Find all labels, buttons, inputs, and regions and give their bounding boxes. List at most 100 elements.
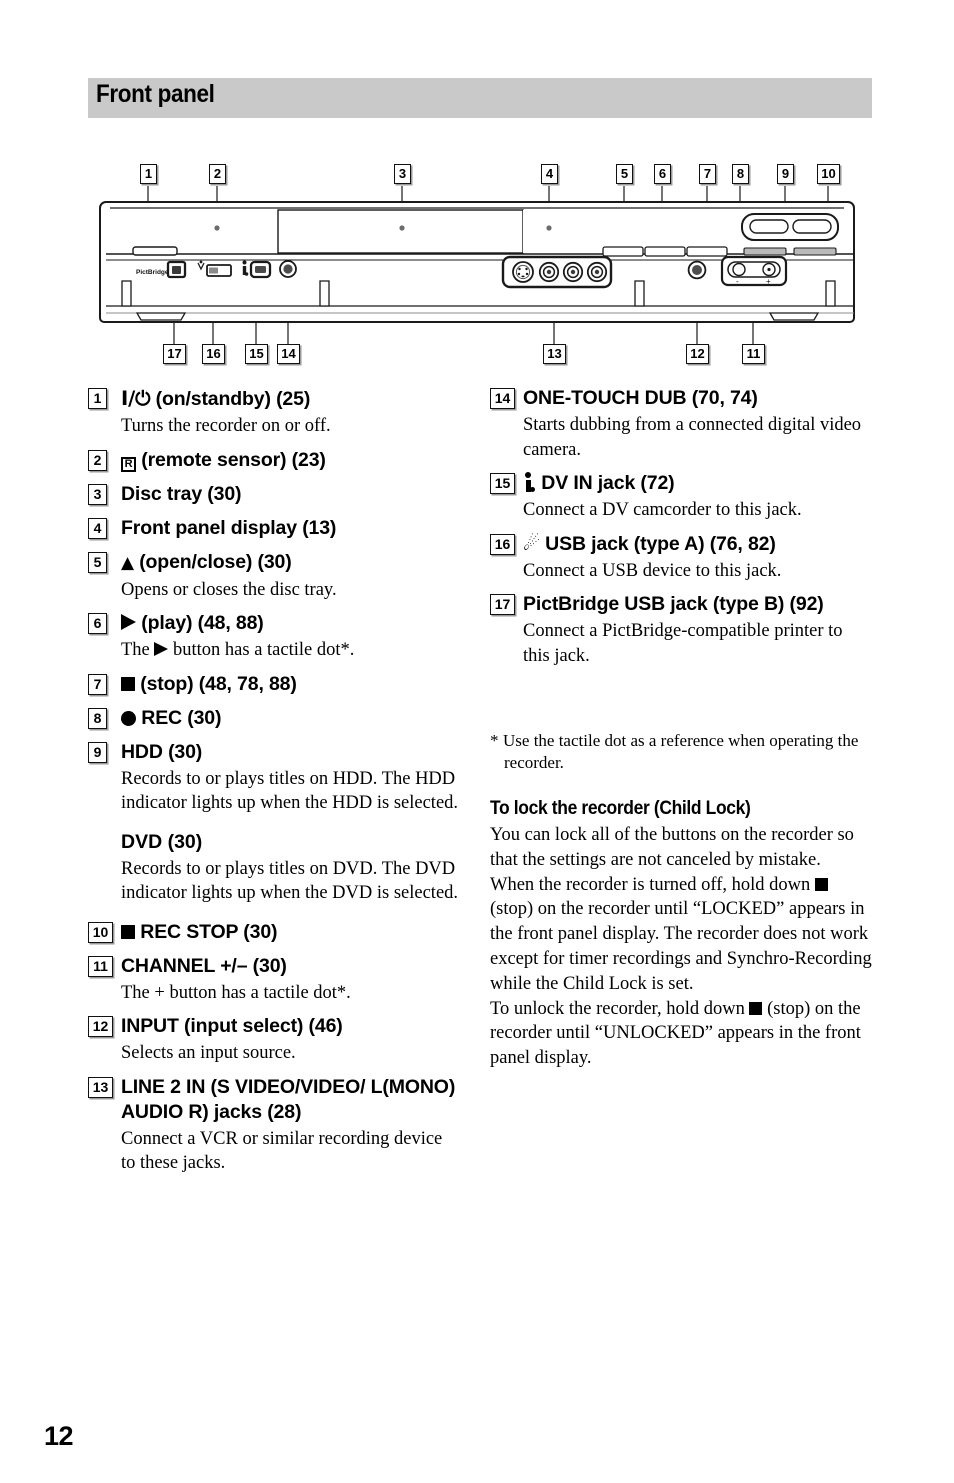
entry-9-dvd-subsection: DVD (30) Records to or plays titles on D… — [121, 830, 460, 906]
svg-text:+: + — [766, 277, 771, 286]
play-icon-inline — [154, 642, 169, 656]
entry-7: 7 (stop) (48, 78, 88) — [88, 672, 460, 697]
entry-4: 4 Front panel display (13) — [88, 516, 460, 541]
power-on-standby-icon: I/⏻ — [121, 387, 151, 410]
play-icon — [121, 614, 136, 630]
callout-13: 13 — [543, 344, 566, 364]
entry-title-text-5: (open/close) (30) — [133, 550, 292, 573]
stop-icon — [121, 924, 135, 939]
entry-3: 3 Disc tray (30) — [88, 482, 460, 507]
callout-2: 2 — [209, 164, 226, 184]
callout-3: 3 — [394, 164, 411, 184]
callout-12: 12 — [686, 344, 709, 364]
entry-desc-9: Records to or plays titles on HDD. The H… — [121, 768, 459, 814]
entry-9: 9 HDD (30) Records to or plays titles on… — [88, 740, 460, 906]
entry-desc-11: The + button has a tactile dot*. — [121, 982, 351, 1003]
entry-number-5: 5 — [88, 551, 107, 573]
entry-15: 15 DV IN jack (72) Connect a DV camcorde… — [490, 471, 862, 523]
page-number: 12 — [44, 1421, 74, 1451]
entry-number-10: 10 — [88, 921, 113, 943]
remote-sensor-icon: R — [121, 456, 136, 472]
entry-title-2: R (remote sensor) (23) — [121, 448, 460, 473]
front-panel-diagram: PictBridge - + — [0, 150, 954, 390]
entry-title-13: LINE 2 IN (S VIDEO/VIDEO/ L(MONO) AUDIO … — [121, 1075, 456, 1123]
entry-title-text-15: DV IN jack (72) — [536, 472, 675, 494]
footnote-text: Use the tactile dot as a reference when … — [503, 731, 859, 772]
callout-4: 4 — [541, 164, 558, 184]
entry-number-14: 14 — [490, 388, 515, 409]
entry-desc-13: Connect a VCR or similar recording devic… — [121, 1128, 443, 1174]
entry-10: 10 REC STOP (30) — [88, 920, 460, 945]
entry-title-4: Front panel display (13) — [121, 516, 337, 539]
stop-icon — [814, 877, 828, 891]
record-icon — [121, 710, 136, 726]
entry-number-7: 7 — [88, 673, 107, 695]
entry-title-10: REC STOP (30) — [121, 920, 460, 945]
callout-16: 16 — [202, 344, 225, 364]
callout-11: 11 — [742, 344, 765, 364]
child-lock-para-3-pre: To unlock the recorder, hold down — [490, 998, 750, 1019]
entry-desc-12: Selects an input source. — [121, 1043, 296, 1063]
usb-icon: ☄ — [523, 532, 540, 555]
entry-12: 12 INPUT (input select) (46) Selects an … — [88, 1014, 460, 1066]
child-lock-heading: To lock the recorder (Child Lock) — [490, 798, 751, 819]
entry-number-8: 8 — [88, 707, 107, 729]
entry-13: 13 LINE 2 IN (S VIDEO/VIDEO/ L(MONO) AUD… — [88, 1075, 460, 1176]
ilink-dv-icon — [523, 472, 536, 492]
entry-desc-1: Turns the recorder on or off. — [121, 416, 331, 436]
child-lock-para-2-post: (stop) on the recorder until “LOCKED” ap… — [490, 899, 872, 994]
entry-6: 6 (play) (48, 88) The button has a tacti… — [88, 611, 460, 663]
entry-16: 16 ☄ USB jack (type A) (76, 82) Connect … — [490, 532, 862, 584]
entry-title-text-16: USB jack (type A) (76, 82) — [539, 532, 776, 555]
left-description-column: 1 I/⏻ (on/standby) (25) Turns the record… — [88, 386, 460, 1185]
stop-icon — [749, 1001, 763, 1015]
entry-number-12: 12 — [88, 1016, 113, 1037]
entry-number-11: 11 — [88, 955, 113, 977]
entry-number-15: 15 — [490, 473, 515, 494]
entry-title-1: I/⏻ (on/standby) (25) — [121, 386, 460, 412]
entry-title-text-10: REC STOP (30) — [135, 920, 278, 943]
entry-number-13: 13 — [88, 1076, 113, 1098]
entry-title-11: CHANNEL +/– (30) — [121, 954, 287, 977]
callout-17: 17 — [163, 344, 186, 364]
entry-desc-6: The button has a tactile dot*. — [121, 638, 460, 663]
entry-title-9: HDD (30) — [121, 740, 203, 763]
entry-desc-16: Connect a USB device to this jack. — [523, 560, 782, 581]
callout-10: 10 — [817, 164, 840, 184]
entry-title-14: ONE-TOUCH DUB (70, 74) — [523, 387, 758, 409]
entry-14: 14 ONE-TOUCH DUB (70, 74) Starts dubbing… — [490, 386, 862, 462]
entry-subtitle-dvd: DVD (30) — [121, 830, 203, 853]
entry-number-1: 1 — [88, 388, 107, 409]
stop-icon — [121, 676, 135, 691]
entry-title-6: (play) (48, 88) — [121, 611, 460, 636]
eject-icon: ▲ — [121, 552, 134, 573]
entry-number-9: 9 — [88, 741, 107, 763]
entry-desc-17: Connect a PictBridge-compatible printer … — [523, 621, 843, 666]
callout-6: 6 — [654, 164, 671, 184]
entry-title-16: ☄ USB jack (type A) (76, 82) — [523, 532, 862, 557]
entry-title-text-7: (stop) (48, 78, 88) — [135, 672, 297, 695]
entry-8: 8 REC (30) — [88, 706, 460, 731]
entry-number-3: 3 — [88, 483, 107, 505]
entry-title-8: REC (30) — [121, 706, 460, 731]
entry-desc-post-6: button has a tactile dot*. — [168, 640, 355, 660]
entry-title-text-8: REC (30) — [136, 706, 222, 729]
entry-title-5: ▲ (open/close) (30) — [121, 550, 460, 576]
child-lock-para-2-pre: When the recorder is turned off, hold do… — [490, 874, 815, 895]
callout-5: 5 — [616, 164, 633, 184]
child-lock-para-1: You can lock all of the buttons on the r… — [490, 825, 854, 870]
callout-15: 15 — [245, 344, 268, 364]
entry-subdesc-dvd: Records to or plays titles on DVD. The D… — [121, 858, 459, 904]
entry-5: 5 ▲ (open/close) (30) Opens or closes th… — [88, 550, 460, 603]
entry-11: 11 CHANNEL +/– (30) The + button has a t… — [88, 954, 460, 1006]
entry-number-16: 16 — [490, 533, 515, 555]
svg-text:-: - — [736, 277, 739, 286]
entry-number-4: 4 — [88, 517, 107, 539]
page-title: Front panel — [96, 80, 215, 108]
child-lock-para-3: To unlock the recorder, hold down (stop)… — [490, 997, 872, 1071]
entry-1: 1 I/⏻ (on/standby) (25) Turns the record… — [88, 386, 460, 439]
callout-1: 1 — [140, 164, 157, 184]
entry-number-2: 2 — [88, 449, 107, 471]
entry-title-text-6: (play) (48, 88) — [136, 612, 264, 634]
callout-8: 8 — [732, 164, 749, 184]
